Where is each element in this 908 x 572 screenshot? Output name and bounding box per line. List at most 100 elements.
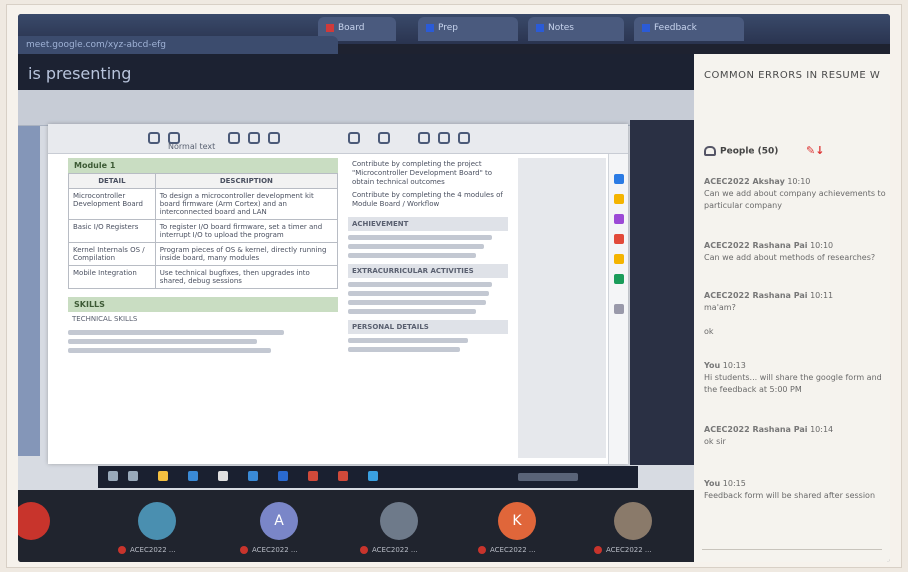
comment-icon[interactable] xyxy=(458,132,470,144)
print-icon[interactable] xyxy=(228,132,240,144)
shared-app-header xyxy=(18,90,694,126)
browser-tab[interactable]: Notes xyxy=(528,17,624,41)
participant-name: ACEC2022 ... xyxy=(240,546,298,554)
table-cell: Kernel Internals OS / Compilation xyxy=(68,242,156,266)
bullet-item: Contribute by completing the 4 modules o… xyxy=(352,191,503,208)
participant-name-text: ACEC2022 ... xyxy=(606,546,652,554)
highlight-icon[interactable] xyxy=(418,132,430,144)
document-toolbar: Normal text xyxy=(48,124,628,154)
text-line xyxy=(68,348,271,353)
mic-off-icon xyxy=(118,546,126,554)
section-heading: Module 1 xyxy=(68,158,338,173)
zoom-icon[interactable] xyxy=(268,132,280,144)
skills-heading: SKILLS xyxy=(68,297,338,312)
shared-screen: Normal text Module 1 DETAIL DESCRIPTION … xyxy=(18,90,694,490)
browser-tab[interactable]: Feedback xyxy=(634,17,744,41)
chat-time: 10:15 xyxy=(722,479,746,488)
participant-avatar[interactable] xyxy=(380,502,418,540)
system-tray xyxy=(518,473,578,481)
chat-message: You 10:15 Feedback form will be shared a… xyxy=(704,478,886,502)
link-icon[interactable] xyxy=(438,132,450,144)
chrome-icon[interactable] xyxy=(338,471,348,481)
participant-avatar[interactable]: A xyxy=(260,502,298,540)
text-line xyxy=(348,253,476,258)
people-icon xyxy=(704,146,716,156)
table-cell: Use technical bugfixes, then upgrades in… xyxy=(154,265,339,289)
tasks-icon[interactable] xyxy=(614,214,624,224)
word-icon[interactable] xyxy=(278,471,288,481)
tab-label: Board xyxy=(338,23,365,33)
text-line xyxy=(348,347,460,352)
chat-sender: ACEC2022 Rashana Pai xyxy=(704,241,808,250)
participant-strip: A K ACEC2022 ... ACEC2022 ... ACEC2022 .… xyxy=(18,490,694,562)
browser-tab[interactable]: Prep xyxy=(418,17,518,41)
achievement-heading: ACHIEVEMENT xyxy=(348,217,508,231)
document-page-right: Contribute by completing the project "Mi… xyxy=(348,158,508,458)
chat-sender: You xyxy=(704,361,721,370)
participant-avatar[interactable]: K xyxy=(498,502,536,540)
plus-icon[interactable] xyxy=(614,304,624,314)
text-line xyxy=(348,244,484,249)
chat-sender: ACEC2022 Akshay xyxy=(704,177,785,186)
chat-text: ok sir xyxy=(704,437,726,446)
text-line xyxy=(348,291,489,296)
table-row: Kernel Internals OS / Compilation Progra… xyxy=(68,242,339,266)
chat-text: ma'am? xyxy=(704,303,736,312)
chat-text: ok xyxy=(704,327,714,336)
chat-notification-icon[interactable]: ✎↓ xyxy=(806,144,824,157)
calendar-icon[interactable] xyxy=(614,174,624,184)
chat-time: 10:13 xyxy=(722,361,746,370)
edge-icon[interactable] xyxy=(188,471,198,481)
participant-name: ACEC2022 ... xyxy=(478,546,536,554)
settings-icon[interactable] xyxy=(248,132,260,144)
tab-label: Notes xyxy=(548,23,574,33)
participant-name-text: ACEC2022 ... xyxy=(490,546,536,554)
chat-sender: ACEC2022 Rashana Pai xyxy=(704,291,808,300)
addon-icon[interactable] xyxy=(614,274,624,284)
store-icon[interactable] xyxy=(218,471,228,481)
chat-message: ACEC2022 Rashana Pai 10:10 Can we add ab… xyxy=(704,240,886,264)
search-icon[interactable] xyxy=(128,471,138,481)
keep-icon[interactable] xyxy=(614,194,624,204)
mic-off-icon xyxy=(594,546,602,554)
tab-icon xyxy=(536,23,544,32)
text-line xyxy=(348,300,486,305)
mail-icon[interactable] xyxy=(248,471,258,481)
participant-avatar[interactable] xyxy=(18,502,50,540)
chat-input[interactable] xyxy=(702,534,882,550)
table-row: Mobile Integration Use technical bugfixe… xyxy=(68,265,339,289)
app-icon[interactable] xyxy=(308,471,318,481)
document-margin xyxy=(518,158,606,458)
people-tab[interactable]: People (50) xyxy=(704,146,778,157)
text-color-icon[interactable] xyxy=(378,132,390,144)
table-header: DESCRIPTION xyxy=(154,173,339,189)
text-style-dropdown[interactable]: Normal text xyxy=(168,142,215,151)
address-bar[interactable]: meet.google.com/xyz-abcd-efg xyxy=(18,36,338,54)
chat-sender: You xyxy=(704,479,721,488)
participant-avatar[interactable] xyxy=(614,502,652,540)
start-icon[interactable] xyxy=(108,471,118,481)
format-icon[interactable] xyxy=(348,132,360,144)
undo-icon[interactable] xyxy=(148,132,160,144)
participant-name: ACEC2022 ... xyxy=(118,546,176,554)
people-label: People (50) xyxy=(720,146,779,157)
participant-name-text: ACEC2022 ... xyxy=(372,546,418,554)
folder-icon[interactable] xyxy=(158,471,168,481)
personal-details-heading: PERSONAL DETAILS xyxy=(348,320,508,334)
mic-off-icon xyxy=(360,546,368,554)
app-icon[interactable] xyxy=(368,471,378,481)
contacts-icon[interactable] xyxy=(614,234,624,244)
chat-message: You 10:13 Hi students... will share the … xyxy=(704,360,886,396)
chat-text: Hi students... will share the google for… xyxy=(704,373,882,394)
participant-name: ACEC2022 ... xyxy=(594,546,652,554)
tab-label: Feedback xyxy=(654,23,697,33)
table-cell: To register I/O board firmware, set a ti… xyxy=(154,219,339,243)
participant-avatar[interactable] xyxy=(138,502,176,540)
tab-icon xyxy=(426,23,434,32)
chat-time: 10:10 xyxy=(810,241,834,250)
table-cell: Mobile Integration xyxy=(68,265,156,289)
participant-name-text: ACEC2022 ... xyxy=(252,546,298,554)
extracurricular-heading: EXTRACURRICULAR ACTIVITIES xyxy=(348,264,508,278)
meeting-title: COMMON ERRORS IN RESUME W xyxy=(704,70,881,81)
maps-icon[interactable] xyxy=(614,254,624,264)
